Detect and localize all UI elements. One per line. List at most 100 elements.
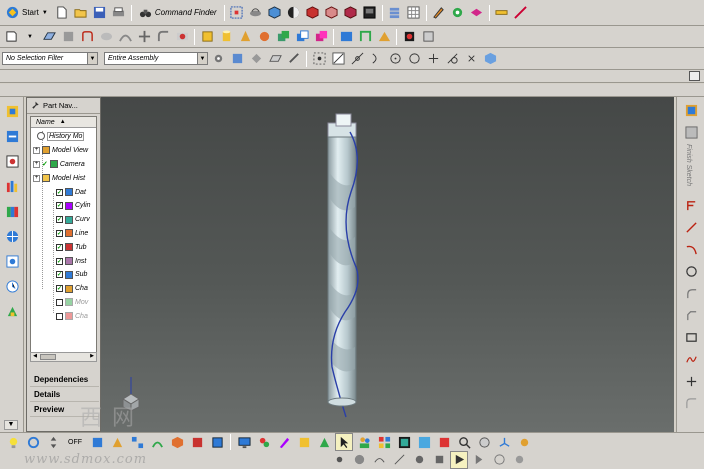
save-button[interactable] [91, 4, 109, 22]
select-edges-button[interactable] [285, 50, 303, 68]
scroll-thumb[interactable] [40, 354, 56, 360]
rotate-view-button[interactable] [247, 4, 265, 22]
selection-filter-select[interactable]: No Selection Filter ▼ [2, 52, 98, 65]
snap-control-button[interactable] [367, 50, 385, 68]
preview-section[interactable]: Preview [30, 403, 99, 417]
view-triad-button[interactable] [495, 433, 513, 451]
visibility-checkbox[interactable]: ✓ [56, 202, 63, 210]
sweep-button[interactable] [116, 28, 134, 46]
select-bodies-button[interactable] [247, 50, 265, 68]
intersect-button[interactable] [312, 28, 330, 46]
graphics-window[interactable] [101, 97, 674, 432]
tree-node[interactable]: Mov [56, 296, 88, 308]
step-button[interactable] [470, 451, 488, 469]
sketch-dropdown-button[interactable]: ▼ [21, 28, 39, 46]
line-button[interactable] [681, 218, 701, 236]
start-button[interactable]: Start ▼ [2, 4, 52, 22]
people-button[interactable] [355, 433, 373, 451]
background-button[interactable] [361, 4, 379, 22]
visibility-checkbox[interactable]: ✓ [56, 216, 63, 224]
profile-button[interactable] [681, 196, 701, 214]
command-finder-button[interactable]: Command Finder [135, 4, 221, 22]
hole-button[interactable] [173, 28, 191, 46]
sketch-feature-button[interactable] [681, 101, 701, 119]
circle-button[interactable] [681, 262, 701, 280]
snap-tangent-button[interactable] [443, 50, 461, 68]
snapshot-button[interactable] [395, 433, 413, 451]
tree-column-header[interactable]: Name ▲ [31, 117, 96, 128]
constraint-navigator-tab[interactable] [2, 126, 22, 146]
select-faces-button[interactable] [266, 50, 284, 68]
animation-button[interactable] [490, 451, 508, 469]
snap-intersection-button[interactable] [424, 50, 442, 68]
history-tab[interactable] [2, 251, 22, 271]
part-navigator-tab[interactable] [2, 151, 22, 171]
stop-button[interactable] [430, 451, 448, 469]
rectangle-button[interactable] [681, 328, 701, 346]
snap-face-button[interactable] [481, 50, 499, 68]
red-mark-button[interactable] [435, 433, 453, 451]
wireframe-button[interactable] [323, 4, 341, 22]
cone-button[interactable] [236, 28, 254, 46]
render-style-button[interactable] [285, 4, 303, 22]
tree-node[interactable]: ✓ Dat [56, 186, 86, 198]
edit-object-button[interactable] [430, 4, 448, 22]
visibility-checkbox[interactable]: ✓ [56, 257, 63, 265]
layer-button[interactable] [386, 4, 404, 22]
shell-button[interactable] [356, 28, 374, 46]
tree-node[interactable]: ✓ Curv [56, 214, 90, 226]
details-section[interactable]: Details [30, 388, 99, 402]
tree-node[interactable]: ✓ Cha [56, 283, 88, 295]
open-file-button[interactable] [72, 4, 90, 22]
visibility-checkbox[interactable]: ✓ [56, 271, 63, 279]
tree-node[interactable]: ✓ Line [56, 227, 88, 239]
edge-snap-button[interactable] [390, 451, 408, 469]
sphere-snap-button[interactable] [350, 451, 368, 469]
sketch-button[interactable] [2, 28, 20, 46]
scroll-down-arrow[interactable]: ▼ [4, 420, 18, 430]
pin-icon[interactable] [31, 101, 40, 110]
arc-button[interactable] [681, 240, 701, 258]
tree-node[interactable]: ✓ Cylin [56, 200, 91, 212]
tree-node[interactable]: ✓ Inst [56, 255, 86, 267]
layer-settings-button[interactable] [405, 4, 423, 22]
select-button[interactable] [335, 433, 353, 451]
pan-tool-button[interactable] [475, 433, 493, 451]
off-toggle[interactable]: OFF [64, 433, 86, 451]
extrude-button[interactable] [59, 28, 77, 46]
expand-toggle[interactable]: + [33, 160, 40, 168]
sync-button[interactable] [24, 433, 42, 451]
move-button[interactable] [44, 433, 62, 451]
datum-plane-button[interactable] [40, 28, 58, 46]
point-snap-button[interactable] [330, 451, 348, 469]
point-button[interactable] [681, 372, 701, 390]
scroll-right-arrow[interactable]: ▶ [88, 353, 96, 361]
color-pick-button[interactable] [255, 433, 273, 451]
visibility-checkbox[interactable] [56, 312, 63, 320]
part-button[interactable] [400, 28, 418, 46]
tree-node[interactable]: History Mo [37, 130, 85, 142]
visibility-checkbox[interactable]: ✓ [56, 285, 63, 293]
tree-node[interactable]: ✓ Tub [56, 241, 87, 253]
surface-button[interactable] [97, 28, 115, 46]
replace-button[interactable] [88, 433, 106, 451]
settings-button[interactable] [510, 451, 528, 469]
analysis-button[interactable] [493, 4, 511, 22]
monitor-button[interactable] [235, 433, 253, 451]
snap-quadrant-button[interactable] [405, 50, 423, 68]
expand-toggle[interactable]: + [33, 174, 40, 182]
texture-button[interactable] [295, 433, 313, 451]
cylinder-button[interactable] [217, 28, 235, 46]
snap-endpoint-button[interactable] [329, 50, 347, 68]
shading-toggle-button[interactable] [415, 433, 433, 451]
select-features-button[interactable] [228, 50, 246, 68]
offset-curve-button[interactable] [681, 394, 701, 412]
snap-grid-button[interactable] [310, 50, 328, 68]
unite-button[interactable] [274, 28, 292, 46]
trim-button[interactable] [135, 28, 153, 46]
snap-center-button[interactable] [386, 50, 404, 68]
tree-node[interactable]: Cha [56, 310, 88, 322]
snap-midpoint-button[interactable] [348, 50, 366, 68]
options-button[interactable] [419, 28, 437, 46]
drill-model[interactable] [101, 97, 674, 432]
